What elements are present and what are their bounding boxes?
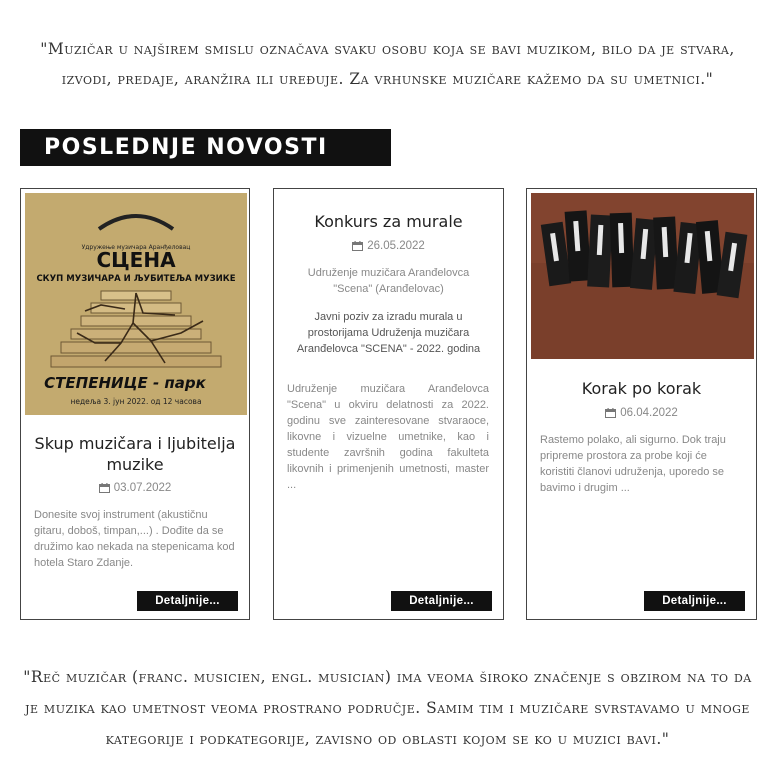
section-title-text: POSLEDNJE NOVOSTI [44,135,328,160]
news-card-konkurs[interactable]: Konkurs za murale 26.05.2022 Udruženje m… [273,188,504,620]
intro-quote: "Muzičar u najširem smislu označava svak… [40,40,735,88]
photo-image[interactable] [531,193,754,359]
poster-graphic: Удружење музичара Аранђеловац СЦЕНА СКУП… [25,193,247,415]
card-date: 26.05.2022 [282,240,495,252]
poster-when: недеља 3. јун 2022. од 12 часова [70,397,201,406]
card-title[interactable]: Konkurs za murale [282,211,495,232]
card-title[interactable]: Korak po korak [535,378,748,399]
membership-cards-photo [531,193,754,359]
calendar-icon [352,241,364,251]
news-card-korak[interactable]: Korak po korak 06.04.2022 Rastemo polako… [526,188,757,620]
closing-quote: "Reč muzičar (franc. musicien, engl. mus… [23,668,752,748]
details-button[interactable]: Detaljnije... [391,591,492,611]
card-organization: Udruženje muzičara Aranđelovca "Scena" (… [307,267,470,295]
calendar-icon [605,408,617,418]
poster-image[interactable]: Удружење музичара Аранђеловац СЦЕНА СКУП… [25,193,247,415]
poster-subtitle: СКУП МУЗИЧАРА И ЉУБИТЕЉА МУЗИКЕ [36,274,235,284]
poster-logo: СЦЕНА [96,248,176,272]
card-date: 03.07.2022 [29,482,241,494]
card-excerpt: Donesite svoj instrument (akustičnu gita… [34,509,235,569]
poster-place: СТЕПЕНИЦЕ - парк [44,374,206,392]
card-excerpt: Rastemo polako, ali sigurno. Dok traju p… [540,434,726,494]
card-excerpt: Udruženje muzičara Aranđelovca "Scena" u… [287,383,489,491]
details-button[interactable]: Detaljnije... [644,591,745,611]
card-date-text: 06.04.2022 [620,407,678,419]
card-date: 06.04.2022 [535,407,748,419]
card-date-text: 03.07.2022 [113,482,172,494]
news-card-skup[interactable]: Удружење музичара Аранђеловац СЦЕНА СКУП… [20,188,250,620]
section-title: POSLEDNJE NOVOSTI [20,129,391,166]
card-title[interactable]: Skup muzičara i ljubitelja muzike [29,433,241,475]
card-lead: Javni poziv za izradu murala u prostorij… [296,311,481,355]
card-date-text: 26.05.2022 [367,240,425,252]
calendar-icon [98,483,110,493]
details-button[interactable]: Detaljnije... [137,591,238,611]
